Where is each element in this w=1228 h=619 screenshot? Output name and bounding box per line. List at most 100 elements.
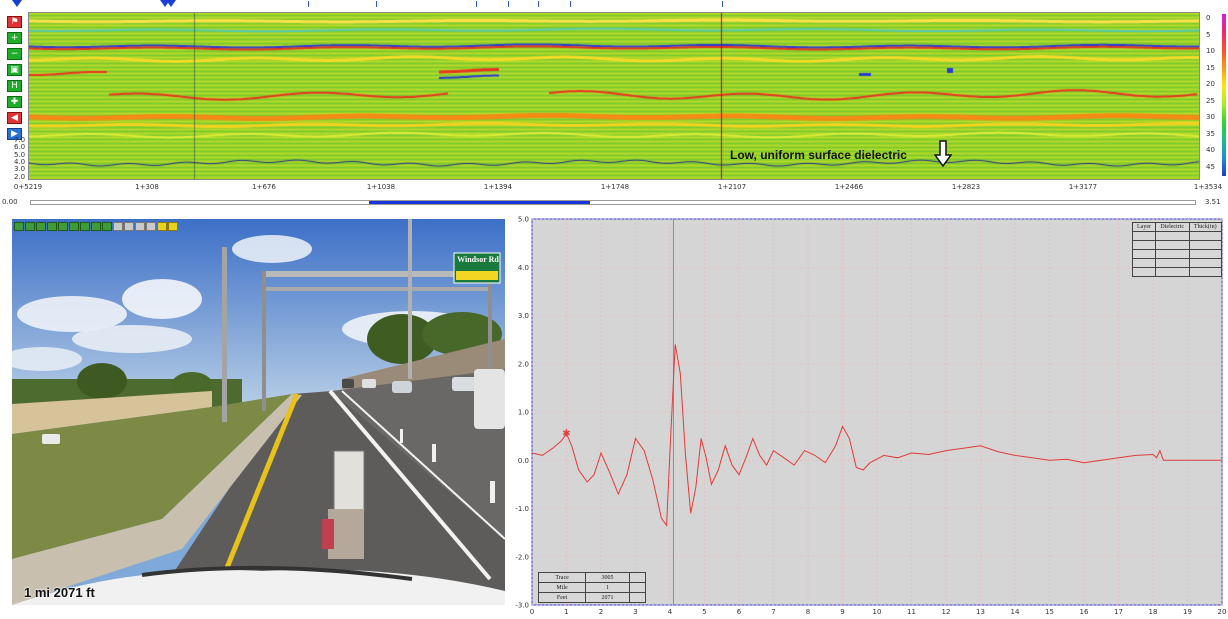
zoom-in-icon[interactable]: + bbox=[7, 32, 22, 44]
x-tick-label: 15 bbox=[1045, 608, 1054, 616]
depth-tick-label: 15 bbox=[1206, 63, 1215, 72]
x-tick-label: 18 bbox=[1149, 608, 1158, 616]
event-marker[interactable] bbox=[376, 1, 377, 7]
step-forward-icon[interactable] bbox=[91, 222, 101, 231]
x-tick-label: 9 bbox=[840, 608, 844, 616]
marker-icon[interactable]: H bbox=[7, 80, 22, 92]
layer-table-header-cell: Layer bbox=[1132, 222, 1156, 232]
depth-tick-label: 45 bbox=[1206, 162, 1215, 171]
camera-icon[interactable] bbox=[124, 222, 134, 231]
radargram-canvas[interactable] bbox=[29, 13, 1199, 179]
trace-table-cell bbox=[628, 572, 647, 583]
x-tick-label: 16 bbox=[1080, 608, 1089, 616]
fast-forward-icon[interactable] bbox=[80, 222, 90, 231]
settings-icon[interactable] bbox=[135, 222, 145, 231]
layer-table-row bbox=[1132, 258, 1223, 268]
annotation-text: Low, uniform surface dielectric bbox=[730, 148, 907, 162]
event-marker[interactable] bbox=[476, 1, 477, 7]
gpr-toolbar: ⚑ + − ▣ H ✚ ◀ ▶ bbox=[7, 16, 27, 144]
layer-table-header-cell: Dielectric bbox=[1154, 222, 1190, 232]
play-icon[interactable] bbox=[69, 222, 79, 231]
loop-icon[interactable] bbox=[113, 222, 123, 231]
waveform-panel: -3.0 -2.0 -1.0 0.0 1.0 2.0 3.0 4.0 5.0 012345678… bbox=[510, 214, 1228, 619]
layer-table-cell bbox=[1154, 231, 1190, 241]
plus-icon[interactable]: ✚ bbox=[7, 96, 22, 108]
trace-info-table: Trace 3005 Mile 1 Feet 2071 bbox=[537, 572, 647, 603]
x-tick-label: 10 bbox=[873, 608, 882, 616]
layer-table-row bbox=[1132, 249, 1223, 259]
station-tick-label: 1+1394 bbox=[483, 183, 513, 191]
flag-icon[interactable] bbox=[12, 0, 22, 7]
flag-icon[interactable]: ⚑ bbox=[7, 16, 22, 28]
scroll-row: 0.00 3.51 bbox=[0, 197, 1228, 209]
layer-table-row bbox=[1132, 267, 1223, 277]
horizontal-scrollbar[interactable] bbox=[30, 200, 1196, 205]
fit-icon[interactable]: ▣ bbox=[7, 64, 22, 76]
radargram[interactable] bbox=[28, 12, 1200, 180]
distance-marker-strip bbox=[0, 0, 1228, 12]
depth-tick-label: 20 bbox=[1206, 80, 1215, 88]
layer-table-cell bbox=[1188, 240, 1223, 250]
down-arrow-icon bbox=[934, 140, 952, 168]
station-tick-label: 0+5219 bbox=[13, 183, 43, 191]
trace-table-cell: 1 bbox=[585, 582, 630, 593]
x-tick-label: 12 bbox=[942, 608, 951, 616]
layer-table-cell bbox=[1188, 231, 1223, 241]
layer-table-cell bbox=[1132, 240, 1156, 250]
station-tick-label: 1+308 bbox=[135, 183, 159, 191]
flag-icon[interactable] bbox=[166, 0, 176, 7]
x-tick-label: 13 bbox=[976, 608, 985, 616]
y-tick-label: 5.0 bbox=[518, 216, 529, 224]
highway-sign-text: Windsor Rd bbox=[457, 255, 499, 264]
video-toolbar bbox=[14, 222, 178, 231]
peak-marker-icon[interactable]: ✱ bbox=[562, 429, 570, 440]
skip-end-icon[interactable] bbox=[102, 222, 112, 231]
rewind-icon[interactable] bbox=[36, 222, 46, 231]
x-tick-label: 14 bbox=[1011, 608, 1020, 616]
event-marker[interactable] bbox=[570, 1, 571, 7]
trace-table-cell bbox=[628, 582, 647, 593]
prev-frame-icon[interactable] bbox=[157, 222, 167, 231]
waveform-chart[interactable]: -3.0-2.0-1.00.01.02.03.04.05.0 012345678… bbox=[510, 214, 1228, 619]
play-left-icon[interactable]: ◀ bbox=[7, 112, 22, 124]
station-tick-label: 1+676 bbox=[252, 183, 276, 191]
event-marker[interactable] bbox=[308, 1, 309, 7]
event-marker[interactable] bbox=[508, 1, 509, 7]
video-panel[interactable]: Windsor Rd 1 mi 2071 ft bbox=[12, 219, 505, 605]
skip-start-icon[interactable] bbox=[14, 222, 24, 231]
x-tick-label: 1 bbox=[564, 608, 568, 616]
depth-tick-label: 30 bbox=[1206, 113, 1215, 121]
next-frame-icon[interactable] bbox=[168, 222, 178, 231]
y-tick-label: 1.0 bbox=[518, 409, 529, 417]
layer-table-cell bbox=[1188, 258, 1223, 268]
trace-table-row: Trace 3005 bbox=[537, 572, 647, 583]
layer-table-cell bbox=[1188, 249, 1223, 259]
stop-icon[interactable] bbox=[58, 222, 68, 231]
depth-tick-label: 35 bbox=[1206, 129, 1215, 138]
station-tick-label: 1+1038 bbox=[366, 183, 396, 191]
layer-table-row bbox=[1132, 231, 1223, 241]
layer-table-cell bbox=[1132, 267, 1156, 277]
zoom-out-icon[interactable]: − bbox=[7, 48, 22, 60]
event-marker[interactable] bbox=[722, 1, 723, 7]
step-back-icon[interactable] bbox=[25, 222, 35, 231]
y-tick-label: 3.0 bbox=[518, 312, 529, 320]
scroll-end-label: 3.51 bbox=[1205, 198, 1221, 206]
station-axis: 0+5219 1+308 1+676 1+1038 1+1394 1+1748 1+2107… bbox=[0, 180, 1228, 194]
x-tick-label: 2 bbox=[599, 608, 603, 616]
station-tick-label: 1+3177 bbox=[1068, 183, 1098, 191]
x-tick-label: 19 bbox=[1183, 608, 1192, 616]
layer-table: Layer Dielectric Thick(in) bbox=[1132, 222, 1223, 277]
y-tick-label: 2.0 bbox=[518, 360, 529, 368]
y-tick-label: 0.0 bbox=[518, 457, 529, 465]
zoom-icon[interactable] bbox=[146, 222, 156, 231]
depth-tick-label: 25 bbox=[1206, 96, 1215, 105]
trace-table-cell bbox=[628, 592, 647, 603]
layer-table-cell bbox=[1154, 249, 1190, 259]
y-axis: -3.0 -2.0 -1.0 0.0 1.0 2.0 3.0 4.0 5.0 bbox=[515, 216, 529, 610]
gpr-panel: ⚑ + − ▣ H ✚ ◀ ▶ 7.0 6.0 5.0 4.0 3.0 2.0 0 5 10 1… bbox=[0, 12, 1228, 208]
event-marker[interactable] bbox=[538, 1, 539, 7]
play-back-icon[interactable] bbox=[47, 222, 57, 231]
scroll-thumb[interactable] bbox=[368, 201, 590, 204]
grid bbox=[531, 218, 1223, 606]
